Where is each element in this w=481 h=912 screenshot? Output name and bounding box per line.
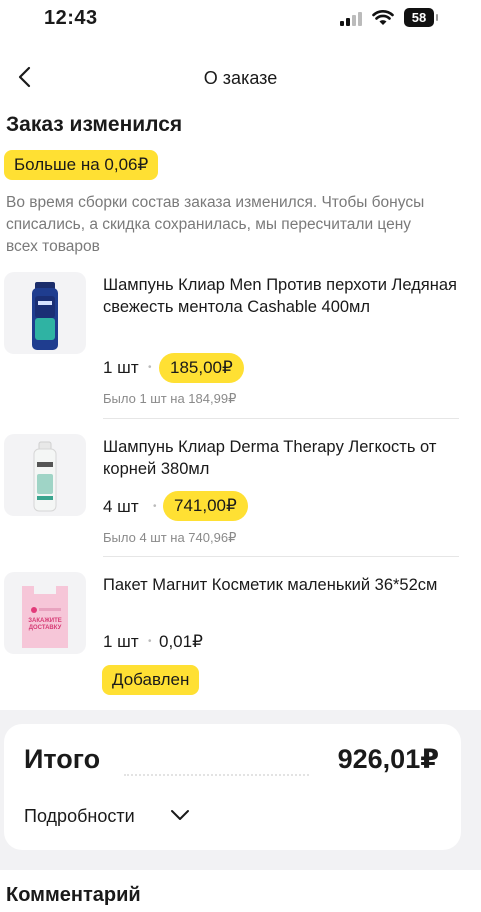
price-difference-badge: Больше на 0,06₽ [4, 150, 159, 180]
product-quantity: 4 шт [103, 497, 139, 516]
product-price: 741,00₽ [163, 491, 248, 521]
bag-print-text: ЗАКАЖИТЕ ДОСТАВКУ [28, 618, 62, 631]
total-card: Итого 926,01₽ Подробности [4, 724, 461, 850]
separator-dot: • [153, 501, 157, 512]
separator-dot: • [148, 362, 152, 373]
status-time: 12:43 [44, 7, 98, 29]
list-item[interactable]: Шампунь Клиар Derma Therapy Легкость от … [0, 434, 481, 554]
list-item[interactable]: ЗАКАЖИТЕ ДОСТАВКУ Пакет Магнит Косметик … [0, 572, 481, 698]
separator-dot: • [148, 636, 152, 647]
nav-bar: О заказе [0, 56, 481, 100]
details-label: Подробности [24, 806, 135, 826]
product-quantity: 1 шт [103, 358, 139, 377]
product-image: ЗАКАЖИТЕ ДОСТАВКУ [4, 572, 86, 654]
status-bar: 12:43 58 [0, 0, 481, 40]
product-price: 185,00₽ [159, 353, 244, 383]
chevron-down-icon [171, 810, 189, 820]
product-image [4, 434, 86, 516]
divider [103, 556, 459, 557]
comment-section-title: Комментарий [6, 884, 141, 906]
battery-icon: 58 [404, 8, 438, 27]
wifi-icon [372, 10, 394, 25]
list-item[interactable]: Шампунь Клиар Men Против перхоти Ледяная… [0, 272, 481, 418]
product-quantity: 1 шт [103, 632, 139, 651]
total-label: Итого [24, 744, 101, 774]
order-changed-title: Заказ изменился [6, 113, 183, 136]
total-value: 926,01₽ [337, 744, 439, 774]
dotted-leader [124, 774, 309, 776]
divider [103, 418, 459, 419]
product-image [4, 272, 86, 354]
added-status-badge: Добавлен [102, 665, 200, 695]
signal-icon [340, 11, 366, 26]
product-name: Пакет Магнит Косметик маленький 36*52см [103, 576, 438, 594]
details-toggle[interactable]: Подробности [24, 806, 189, 832]
change-notice-text: Во время сборки состав заказа изменился.… [6, 194, 425, 255]
product-name: Шампунь Клиар Men Против перхоти Ледяная… [103, 276, 457, 316]
old-price: Было 1 шт на 184,99₽ [103, 391, 237, 406]
product-name: Шампунь Клиар Derma Therapy Легкость от … [103, 438, 437, 478]
page-title: О заказе [203, 68, 278, 88]
product-price: 0,01₽ [159, 632, 203, 651]
old-price: Было 4 шт на 740,96₽ [103, 530, 237, 545]
